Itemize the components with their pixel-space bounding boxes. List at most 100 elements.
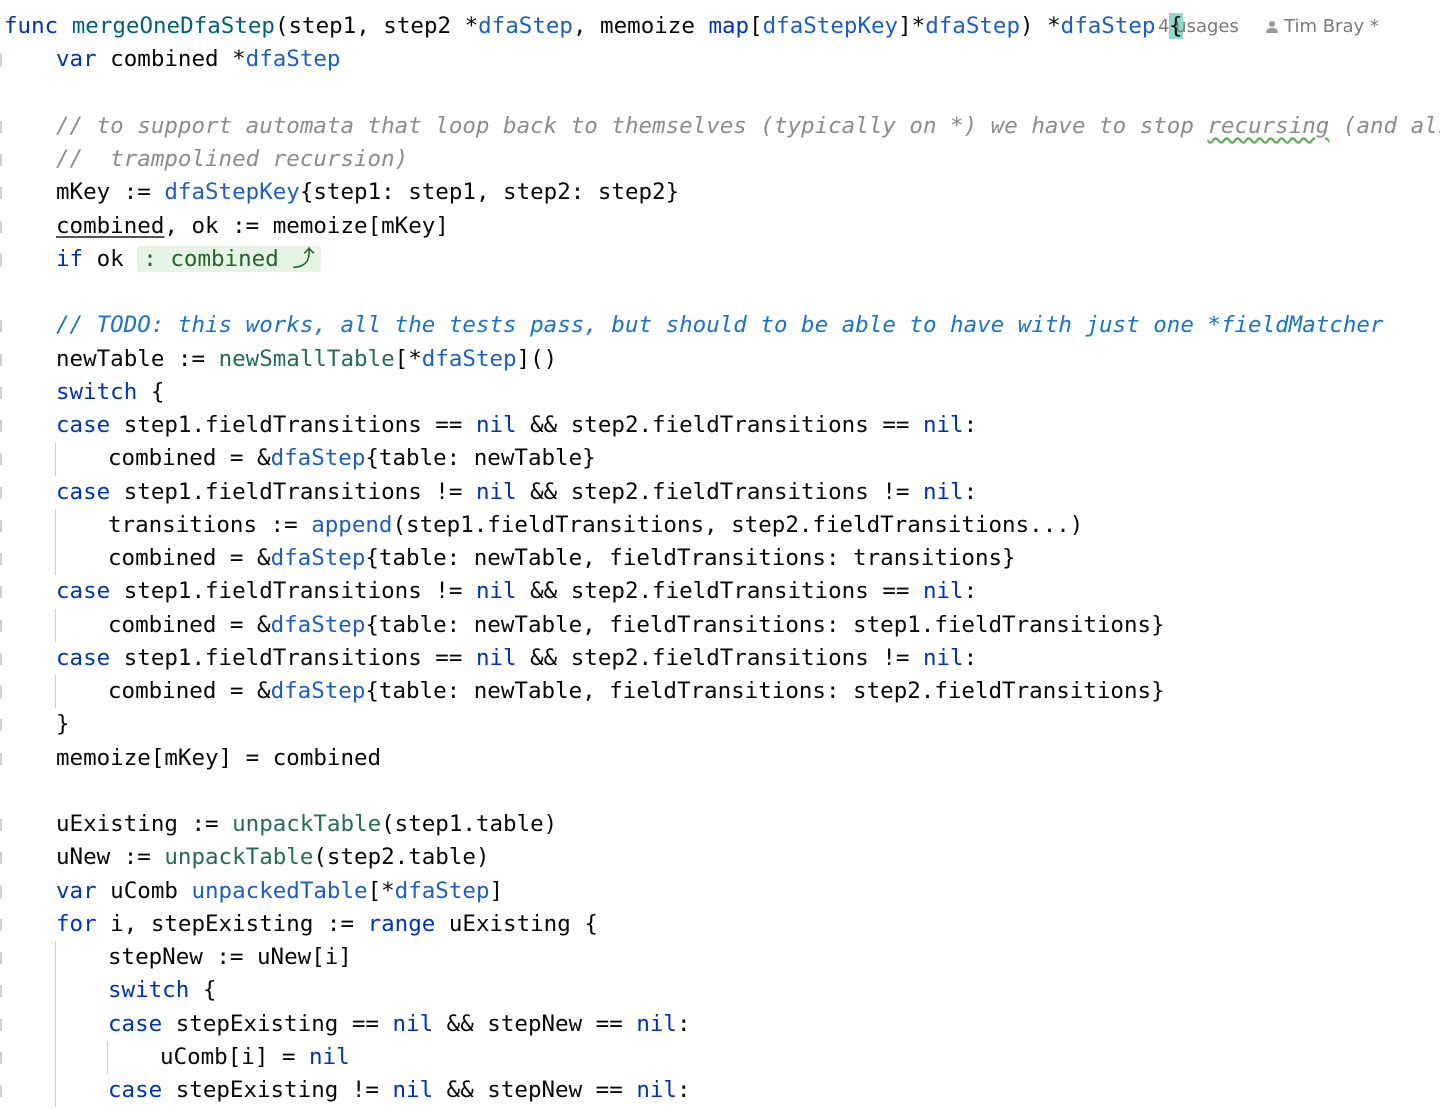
- gutter-marker: [0, 253, 2, 266]
- code-line[interactable]: newTable := newSmallTable[*dfaStep](): [56, 343, 557, 376]
- code-line[interactable]: stepNew := uNew[i]: [108, 941, 352, 974]
- code-line[interactable]: case step1.fieldTransitions == nil && st…: [56, 642, 977, 675]
- code-vision-usages[interactable]: 4 usages: [1158, 10, 1239, 43]
- gutter-marker: [0, 54, 2, 67]
- inlay-hint: : combined ⤴: [137, 245, 321, 272]
- code-line[interactable]: var uComb unpackedTable[*dfaStep]: [56, 875, 503, 908]
- code-token: uComb: [96, 877, 192, 904]
- indent-guide: [55, 675, 56, 709]
- gutter-marker: [0, 952, 2, 964]
- code-token: if: [56, 245, 84, 272]
- code-token: case: [56, 578, 111, 605]
- code-token: var: [56, 46, 97, 73]
- indent-guide: [55, 1074, 56, 1108]
- code-token: (and also: [1342, 112, 1440, 139]
- code-token: dfaStepKey: [762, 13, 899, 39]
- code-line[interactable]: memoize[mKey] = combined: [56, 742, 381, 775]
- code-token: map: [708, 13, 750, 39]
- code-token: combined *: [96, 46, 246, 73]
- gutter-marker: [0, 154, 2, 166]
- code-line[interactable]: case stepExisting != nil && stepNew == n…: [108, 1074, 691, 1107]
- code-line[interactable]: // trampolined recursion): [56, 143, 408, 176]
- code-token: dfaStep: [270, 678, 366, 704]
- code-line[interactable]: }: [56, 708, 70, 741]
- code-token: dfaStep: [421, 345, 517, 372]
- code-line[interactable]: switch {: [108, 974, 216, 1007]
- code-line[interactable]: combined = &dfaStep{table: newTable, fie…: [108, 542, 1016, 575]
- code-line[interactable]: case step1.fieldTransitions == nil && st…: [56, 409, 977, 442]
- code-token: mKey :=: [56, 179, 165, 206]
- code-line[interactable]: func mergeOneDfaStep(step1, step2 *dfaSt…: [4, 10, 1183, 43]
- code-line[interactable]: case stepExisting == nil && stepNew == n…: [108, 1008, 691, 1041]
- code-token: {table: newTable, fieldTransitions: step…: [365, 611, 1165, 638]
- gutter-marker: [0, 120, 2, 133]
- code-line[interactable]: case step1.fieldTransitions != nil && st…: [56, 575, 977, 608]
- code-token: :: [963, 644, 978, 671]
- code-token: step1.fieldTransitions ==: [110, 644, 476, 671]
- code-token: ok: [83, 245, 138, 272]
- code-line[interactable]: combined = &dfaStep{table: newTable}: [108, 442, 596, 475]
- gutter-marker: [0, 985, 2, 998]
- person-icon: [1266, 21, 1278, 33]
- code-token: {table: newTable, fieldTransitions: step…: [365, 678, 1165, 704]
- code-token: nil: [475, 644, 517, 671]
- gutter-marker: [0, 752, 2, 765]
- indent-guide: [55, 1007, 56, 1041]
- gutter-marker: [0, 852, 2, 865]
- code-token: // TODO: this works, all the tests pass,…: [56, 312, 1384, 339]
- code-line[interactable]: // TODO: this works, all the tests pass,…: [56, 309, 1384, 342]
- indent-guide: [55, 941, 56, 975]
- code-line[interactable]: transitions := append(step1.fieldTransit…: [108, 509, 1083, 542]
- code-token: combined: [56, 212, 165, 239]
- gutter-marker: [0, 819, 2, 831]
- author-name: Tim Bray: [1284, 16, 1365, 37]
- indent-guide: [55, 442, 56, 476]
- code-token: memoize[mKey] = combined: [56, 744, 382, 771]
- author-mark: *: [1369, 16, 1379, 37]
- code-token: nil: [922, 578, 964, 605]
- code-line[interactable]: mKey := dfaStepKey{step1: step1, step2: …: [56, 176, 679, 209]
- gutter-marker: [0, 619, 2, 632]
- code-line[interactable]: // to support automata that loop back to…: [56, 110, 1440, 143]
- code-line[interactable]: combined, ok := memoize[mKey]: [56, 210, 449, 243]
- code-token: mergeOneDfaStep: [71, 13, 275, 39]
- code-token: ]*: [898, 13, 926, 39]
- code-token: [*: [367, 877, 395, 904]
- code-line[interactable]: switch {: [56, 376, 164, 409]
- code-token: && step2.fieldTransitions !=: [516, 644, 923, 671]
- gutter-marker: [0, 686, 2, 698]
- code-token: :: [963, 478, 978, 505]
- code-token: // to support automata that loop back to…: [56, 112, 1208, 139]
- code-token: ](): [516, 345, 558, 372]
- code-line[interactable]: var combined *dfaStep: [56, 43, 340, 76]
- code-token: step1.fieldTransitions !=: [110, 478, 476, 505]
- code-line[interactable]: uExisting := unpackTable(step1.table): [56, 808, 557, 841]
- gutter-marker: [0, 1085, 2, 1097]
- code-token: step1.fieldTransitions !=: [110, 578, 476, 605]
- gutter-marker: [0, 553, 2, 565]
- gutter-marker: [0, 918, 2, 931]
- code-token: stepNew := uNew[i]: [108, 944, 352, 970]
- code-line[interactable]: if ok : combined ⤴: [56, 243, 321, 276]
- code-line[interactable]: combined = &dfaStep{table: newTable, fie…: [108, 609, 1165, 642]
- indent-guide: [107, 1040, 108, 1074]
- code-line[interactable]: for i, stepExisting := range uExisting {: [56, 908, 598, 941]
- indent-guide: [55, 1040, 56, 1074]
- code-token: case: [108, 1077, 163, 1103]
- code-token: && step2.fieldTransitions ==: [516, 578, 923, 605]
- gutter-marker: [0, 420, 2, 432]
- code-line[interactable]: combined = &dfaStep{table: newTable, fie…: [108, 675, 1165, 708]
- code-token: :: [963, 578, 978, 605]
- code-line[interactable]: uNew := unpackTable(step2.table): [56, 841, 490, 874]
- code-token: nil: [392, 1077, 434, 1103]
- code-token: nil: [392, 1010, 434, 1037]
- code-line[interactable]: uComb[i] = nil: [160, 1041, 350, 1074]
- code-token: uComb[i] =: [160, 1043, 310, 1070]
- code-editor[interactable]: func mergeOneDfaStep(step1, step2 *dfaSt…: [0, 0, 1440, 1110]
- code-token: {: [137, 378, 165, 405]
- code-vision-author[interactable]: Tim Bray *: [1266, 10, 1379, 43]
- code-token: {: [189, 977, 217, 1004]
- code-line[interactable]: case step1.fieldTransitions != nil && st…: [56, 476, 977, 509]
- indent-guide: [55, 508, 56, 542]
- code-token: case: [56, 478, 111, 505]
